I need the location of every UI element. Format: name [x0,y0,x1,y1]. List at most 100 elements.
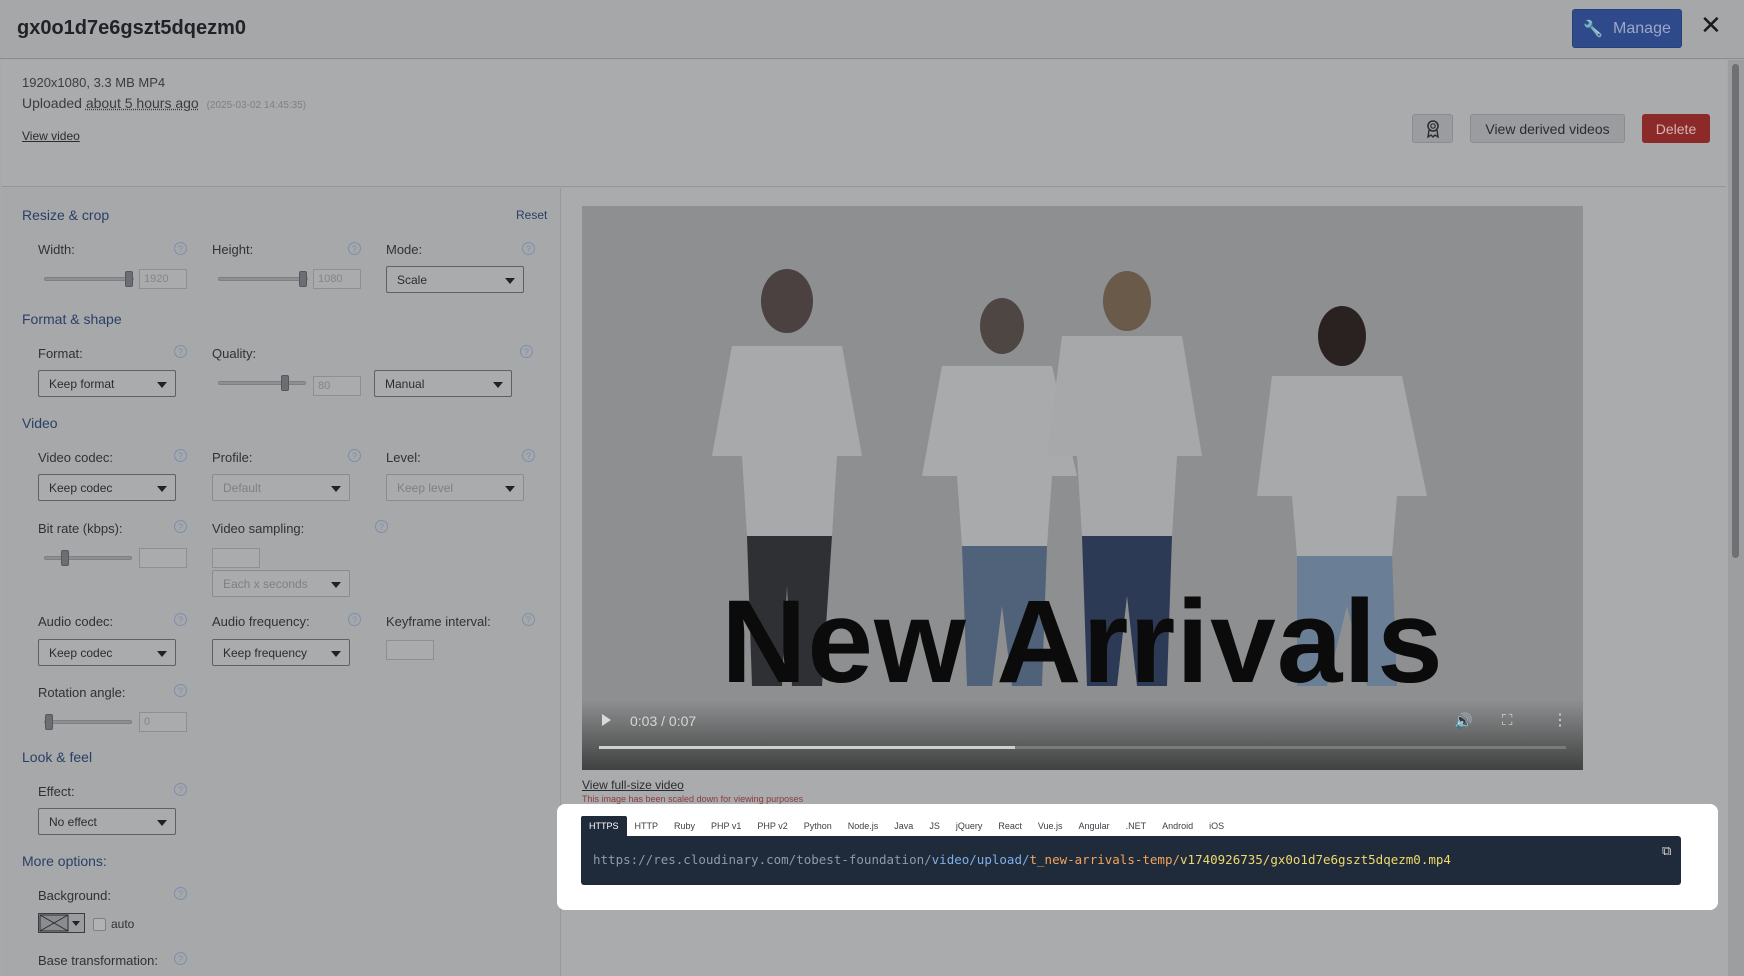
fullscreen-icon[interactable]: ⛶ [1502,712,1513,729]
uploaded-ago: about 5 hours ago [85,95,199,111]
asset-dimensions: 1920x1080, 3.3 MB MP4 [22,75,166,90]
background-color-picker[interactable] [38,913,85,933]
section-video: Video [22,415,58,431]
uploaded-prefix: Uploaded [22,95,82,111]
url-public-id: v1740926735/gx0o1d7e6gszt5dqezm0.mp4 [1180,852,1451,867]
quality-slider[interactable] [218,375,306,391]
tab-net[interactable]: .NET [1118,816,1155,836]
scrollbar[interactable] [1728,60,1744,976]
tab-ios[interactable]: iOS [1201,816,1232,836]
help-icon[interactable]: ? [174,887,187,900]
wrench-icon: 🔧 [1583,20,1604,38]
tab-android[interactable]: Android [1154,816,1201,836]
help-icon[interactable]: ? [348,242,361,255]
asset-info-bar: 1920x1080, 3.3 MB MP4 Uploaded about 5 h… [2,60,1726,187]
tab-php-v1[interactable]: PHP v1 [703,816,749,836]
help-icon[interactable]: ? [174,449,187,462]
tab-ruby[interactable]: Ruby [666,816,703,836]
help-icon[interactable]: ? [174,242,187,255]
format-select[interactable]: Keep format [38,370,176,397]
audio-codec-select[interactable]: Keep codec [38,639,176,666]
help-icon[interactable]: ? [174,783,187,796]
effect-value: No effect [49,815,97,829]
delivery-url-card: HTTPS HTTP Ruby PHP v1 PHP v2 Python Node.js Ja… [557,804,1718,910]
more-options-icon[interactable]: ⋮ [1552,710,1568,730]
tab-vue-js[interactable]: Vue.js [1030,816,1071,836]
height-slider[interactable] [218,271,308,287]
quality-slider-thumb[interactable] [281,375,290,391]
manage-button[interactable]: 🔧 Manage [1572,9,1682,48]
help-icon[interactable]: ? [174,345,187,358]
section-resize-crop: Resize & crop [22,207,110,223]
video-codec-label: Video codec: [38,450,113,465]
help-icon[interactable]: ? [522,613,535,626]
sampling-unit-select[interactable]: Each x seconds [212,570,350,597]
bitrate-input[interactable] [139,548,187,568]
volume-icon[interactable]: 🔊 [1454,712,1473,730]
help-icon[interactable]: ? [348,449,361,462]
quality-mode-select[interactable]: Manual [374,370,512,397]
tab-js[interactable]: JS [921,816,948,836]
help-icon[interactable]: ? [174,520,187,533]
height-slider-thumb[interactable] [299,271,307,287]
help-icon[interactable]: ? [522,242,535,255]
help-icon[interactable]: ? [348,613,361,626]
tab-jquery[interactable]: jQuery [948,816,991,836]
url-transformation: t_new-arrivals-temp/ [1029,852,1181,867]
video-player[interactable]: New Arrivals [582,206,1583,770]
auto-background-checkbox[interactable] [93,918,106,931]
scrollbar-thumb[interactable] [1732,64,1739,558]
video-codec-select[interactable]: Keep codec [38,474,176,501]
asset-title: gx0o1d7e6gszt5dqezm0 [17,17,246,39]
mode-select[interactable]: Scale [386,266,524,293]
tab-node-js[interactable]: Node.js [840,816,887,836]
width-slider-thumb[interactable] [125,271,133,287]
rotation-input[interactable]: 0 [139,712,187,732]
play-icon[interactable] [602,714,611,726]
width-slider[interactable] [44,271,134,287]
bitrate-slider[interactable] [44,550,132,566]
tab-react[interactable]: React [990,816,1030,836]
rotation-slider[interactable] [44,714,132,730]
view-full-size-video-link[interactable]: View full-size video [582,778,684,792]
view-derived-videos-button[interactable]: View derived videos [1470,114,1625,143]
background-label: Background: [38,888,111,903]
video-sampling-input[interactable] [212,548,260,568]
height-input[interactable]: 1080 [313,269,361,289]
close-icon[interactable]: ✕ [1700,12,1722,38]
height-label: Height: [212,242,254,257]
effect-select[interactable]: No effect [38,808,176,835]
bitrate-slider-thumb[interactable] [60,550,69,566]
video-controls: 0:03 / 0:07 🔊 ⛶ ⋮ [582,700,1583,770]
help-icon[interactable]: ? [174,684,187,697]
tab-php-v2[interactable]: PHP v2 [749,816,795,836]
audio-frequency-select[interactable]: Keep frequency [212,639,350,666]
quality-input[interactable]: 80 [313,376,361,396]
tab-https[interactable]: HTTPS [581,816,627,836]
help-icon[interactable]: ? [174,613,187,626]
help-icon[interactable]: ? [375,520,388,533]
video-codec-value: Keep codec [49,481,113,495]
level-select[interactable]: Keep level [386,474,524,501]
keyframe-interval-input[interactable] [386,640,434,660]
tab-angular[interactable]: Angular [1071,816,1118,836]
url-base: https://res.cloudinary.com/tobest-founda… [593,852,932,867]
width-input[interactable]: 1920 [139,269,187,289]
tab-python[interactable]: Python [796,816,840,836]
reset-link[interactable]: Reset [516,208,547,222]
help-icon[interactable]: ? [522,449,535,462]
rotation-slider-thumb[interactable] [45,714,53,730]
video-progress-bar[interactable] [599,746,1566,749]
mode-select-value: Scale [397,273,428,287]
badge-button[interactable] [1412,114,1453,143]
tab-java[interactable]: Java [886,816,921,836]
copy-icon[interactable]: ⧉ [1662,843,1671,859]
help-icon[interactable]: ? [520,345,533,358]
delivery-url[interactable]: https://res.cloudinary.com/tobest-founda… [593,852,1451,867]
delete-button[interactable]: Delete [1642,114,1710,143]
profile-select[interactable]: Default [212,474,350,501]
help-icon[interactable]: ? [174,952,187,965]
tab-http[interactable]: HTTP [627,816,667,836]
view-video-link[interactable]: View video [22,129,80,143]
chevron-down-icon [505,278,515,284]
